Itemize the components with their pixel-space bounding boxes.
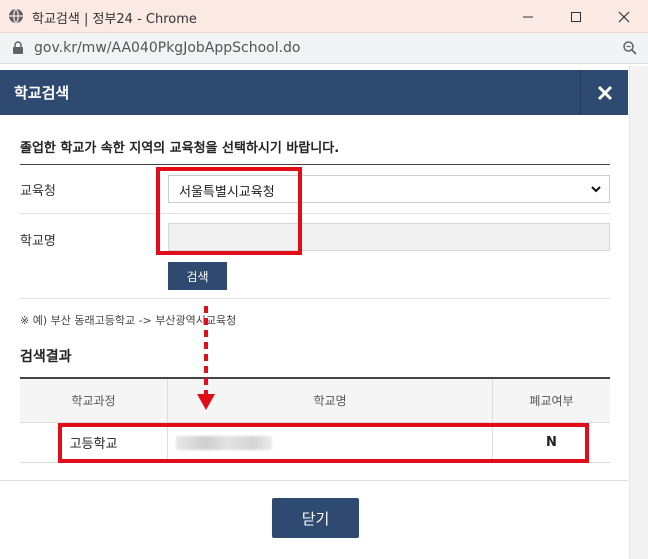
lock-icon bbox=[13, 41, 23, 54]
school-name-label: 학교명 bbox=[20, 234, 56, 249]
minimize-button[interactable] bbox=[508, 4, 548, 29]
maximize-icon bbox=[571, 11, 581, 22]
address-bar[interactable]: gov.kr/mw/AA040PkgJobAppSchool.do bbox=[0, 33, 648, 64]
popup-header: 학교검색 bbox=[0, 70, 628, 115]
table-header: 학교과정 학교명 폐교여부 bbox=[20, 379, 610, 423]
annotation-box bbox=[58, 423, 589, 463]
annotation-box bbox=[156, 167, 302, 255]
column-header: 폐교여부 bbox=[529, 394, 574, 408]
column-header: 학교명 bbox=[313, 394, 347, 408]
globe-icon bbox=[9, 8, 23, 24]
edu-office-label: 교육청 bbox=[20, 184, 56, 199]
window-close-button[interactable] bbox=[604, 4, 644, 29]
popup-title: 학교검색 bbox=[14, 84, 70, 102]
close-icon bbox=[618, 11, 630, 22]
browser-title-bar: 학교검색 | 정부24 - Chrome bbox=[0, 0, 648, 33]
window-title: 학교검색 | 정부24 - Chrome bbox=[32, 12, 197, 27]
maximize-button[interactable] bbox=[556, 4, 596, 29]
scrollbar[interactable] bbox=[629, 66, 648, 559]
zoom-icon[interactable] bbox=[622, 40, 638, 56]
close-icon bbox=[597, 85, 612, 100]
divider bbox=[0, 480, 628, 481]
url-text[interactable]: gov.kr/mw/AA040PkgJobAppSchool.do bbox=[34, 40, 301, 56]
minimize-icon bbox=[523, 16, 533, 17]
chevron-down-icon bbox=[591, 186, 601, 193]
annotation-arrow bbox=[197, 306, 215, 410]
popup-close-button[interactable] bbox=[580, 70, 628, 115]
instruction-text: 졸업한 학교가 속한 지역의 교육청을 선택하시기 바랍니다. bbox=[20, 141, 340, 156]
divider bbox=[20, 164, 610, 165]
close-button[interactable]: 닫기 bbox=[272, 498, 359, 538]
divider bbox=[20, 213, 610, 214]
results-title: 검색결과 bbox=[20, 349, 72, 365]
column-header: 학교과정 bbox=[71, 394, 116, 408]
search-button[interactable]: 검색 bbox=[168, 262, 227, 290]
divider bbox=[20, 298, 610, 299]
